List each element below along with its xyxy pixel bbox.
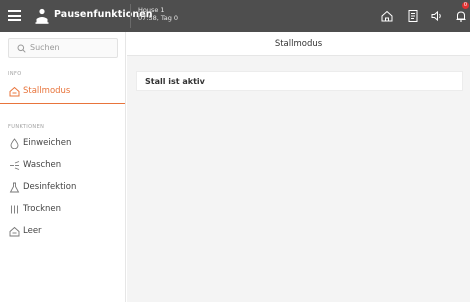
document-icon[interactable] bbox=[406, 9, 420, 23]
sidebar: Suchen INFO Stallmodus FUNKTIONEN Einwei… bbox=[0, 32, 126, 302]
heater-icon bbox=[11, 205, 18, 214]
section-label-funktionen: FUNKTIONEN bbox=[8, 124, 45, 130]
sidebar-item-desinfektion[interactable]: Desinfektion bbox=[0, 177, 125, 199]
sidebar-item-label: Desinfektion bbox=[23, 182, 77, 192]
status-text: Stall ist aktiv bbox=[145, 77, 205, 86]
sidebar-item-label: Waschen bbox=[23, 160, 62, 170]
active-indicator bbox=[0, 103, 125, 104]
user-icon bbox=[35, 8, 49, 24]
sidebar-item-trocknen[interactable]: Trocknen bbox=[0, 199, 125, 221]
status-card: Stall ist aktiv bbox=[136, 71, 463, 91]
house-icon[interactable] bbox=[380, 9, 394, 23]
volume-icon[interactable] bbox=[430, 9, 444, 23]
bell-icon[interactable] bbox=[454, 9, 468, 23]
notification-badge: 0 bbox=[462, 2, 469, 9]
flask-icon bbox=[9, 182, 20, 193]
search-icon bbox=[17, 44, 26, 53]
divider bbox=[130, 4, 131, 28]
house-info[interactable]: House 1 07:58, Tag 0 bbox=[138, 6, 178, 22]
sidebar-item-label: Trocknen bbox=[23, 204, 62, 214]
section-title: Stallmodus bbox=[274, 39, 323, 49]
house-icon bbox=[9, 86, 20, 97]
main-header: Stallmodus bbox=[127, 32, 470, 56]
section-label-info: INFO bbox=[8, 71, 22, 77]
top-bar: Pausenfunktionen House 1 07:58, Tag 0 0 bbox=[0, 0, 470, 32]
search-input[interactable]: Suchen bbox=[8, 38, 118, 58]
house-icon bbox=[9, 226, 20, 237]
sidebar-item-leer[interactable]: Leer bbox=[0, 221, 125, 243]
sidebar-item-stallmodus[interactable]: Stallmodus bbox=[0, 81, 125, 103]
sidebar-item-waschen[interactable]: Waschen bbox=[0, 155, 125, 177]
main-panel: Stallmodus Stall ist aktiv bbox=[127, 32, 470, 302]
menu-icon[interactable] bbox=[8, 10, 21, 21]
search-placeholder: Suchen bbox=[30, 43, 60, 52]
sidebar-item-einweichen[interactable]: Einweichen bbox=[0, 133, 125, 155]
sidebar-item-label: Einweichen bbox=[23, 138, 72, 148]
sidebar-item-label: Leer bbox=[23, 226, 42, 236]
house-name: House 1 bbox=[138, 6, 165, 14]
sidebar-item-label: Stallmodus bbox=[23, 86, 71, 96]
spray-icon bbox=[10, 161, 20, 170]
drop-icon bbox=[10, 138, 19, 149]
house-time: 07:58, Tag 0 bbox=[138, 14, 179, 22]
